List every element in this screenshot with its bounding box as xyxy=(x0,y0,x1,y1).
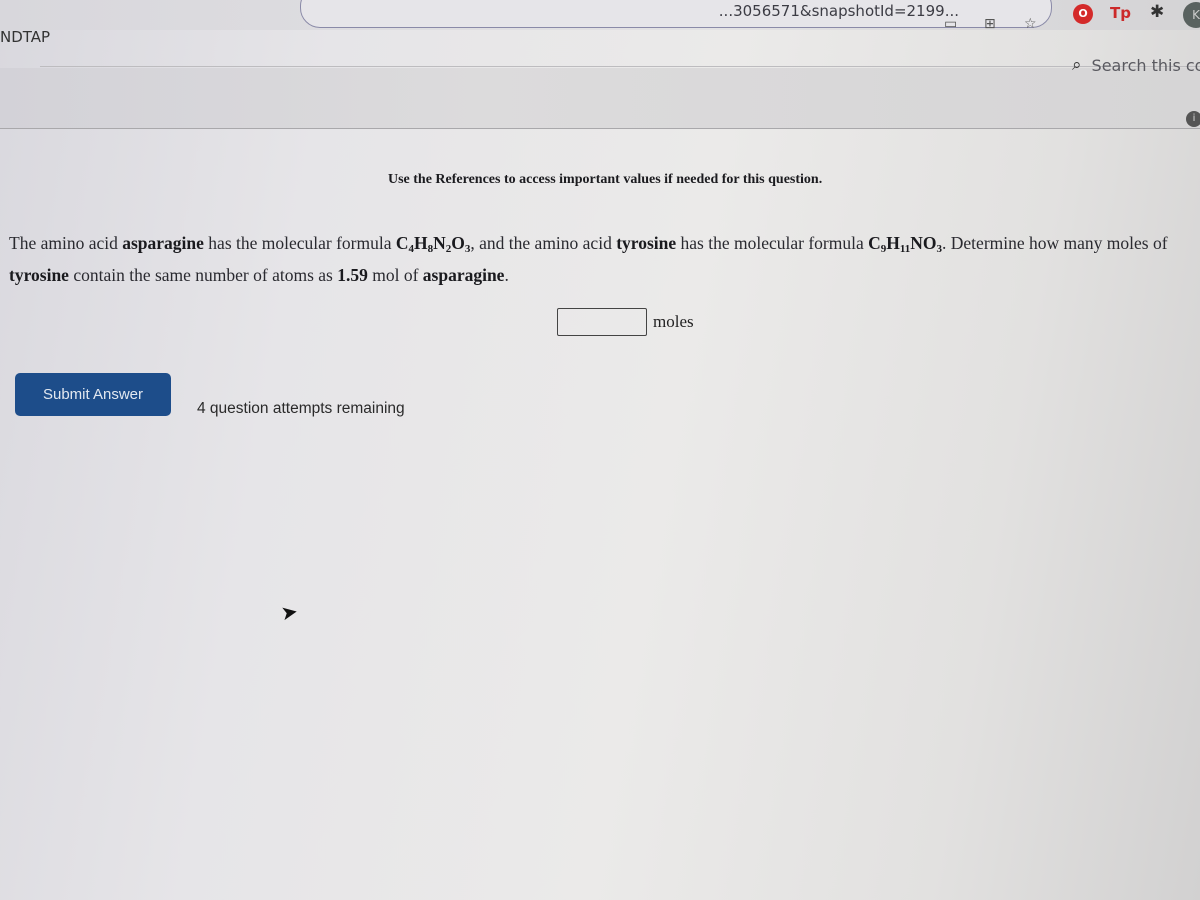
browser-toolbar: ...3056571&snapshotId=2199... ▭ ⊞ ☆ O Tp… xyxy=(0,0,1200,32)
apps-icon[interactable]: ⊞ xyxy=(984,16,996,32)
answer-input[interactable] xyxy=(557,308,647,336)
amount-value: 1.59 xyxy=(337,265,368,285)
tab-title[interactable]: NDTAP xyxy=(0,28,50,46)
address-bar[interactable]: ...3056571&snapshotId=2199... xyxy=(300,0,1052,28)
search-icon: ⌕ xyxy=(1072,55,1082,75)
compound-asparagine: asparagine xyxy=(122,233,204,253)
compound-tyrosine-2: tyrosine xyxy=(9,265,69,285)
course-header-band xyxy=(0,68,1200,129)
compound-tyrosine: tyrosine xyxy=(616,233,677,253)
mouse-cursor-icon: ➤ xyxy=(279,600,300,626)
question-text: The amino acid asparagine has the molecu… xyxy=(9,233,1168,285)
tp-extension-icon[interactable]: Tp xyxy=(1110,4,1131,22)
formula-tyrosine: C9H11NO3 xyxy=(868,233,943,255)
profile-avatar[interactable]: K xyxy=(1183,2,1200,28)
search-input[interactable]: Search this co xyxy=(1092,56,1200,75)
bookmark-star-icon[interactable]: ☆ xyxy=(1024,16,1037,32)
header-divider xyxy=(40,66,1200,67)
answer-row: moles xyxy=(557,308,694,336)
extensions-puzzle-icon[interactable]: ✱ xyxy=(1150,2,1164,22)
info-icon[interactable]: i xyxy=(1186,111,1200,127)
cast-icon[interactable]: ▭ xyxy=(944,16,957,32)
references-note: Use the References to access important v… xyxy=(388,172,823,187)
search-box[interactable]: ⌕ Search this co xyxy=(1072,55,1200,75)
submit-answer-button[interactable]: Submit Answer xyxy=(15,373,171,416)
attempts-remaining: 4 question attempts remaining xyxy=(197,400,405,417)
formula-asparagine: C4H8N2O3 xyxy=(395,233,471,255)
compound-asparagine-2: asparagine xyxy=(422,265,505,285)
opera-extension-icon[interactable]: O xyxy=(1073,4,1093,24)
unit-label: moles xyxy=(653,312,694,331)
url-text[interactable]: ...3056571&snapshotId=2199... xyxy=(719,2,959,20)
